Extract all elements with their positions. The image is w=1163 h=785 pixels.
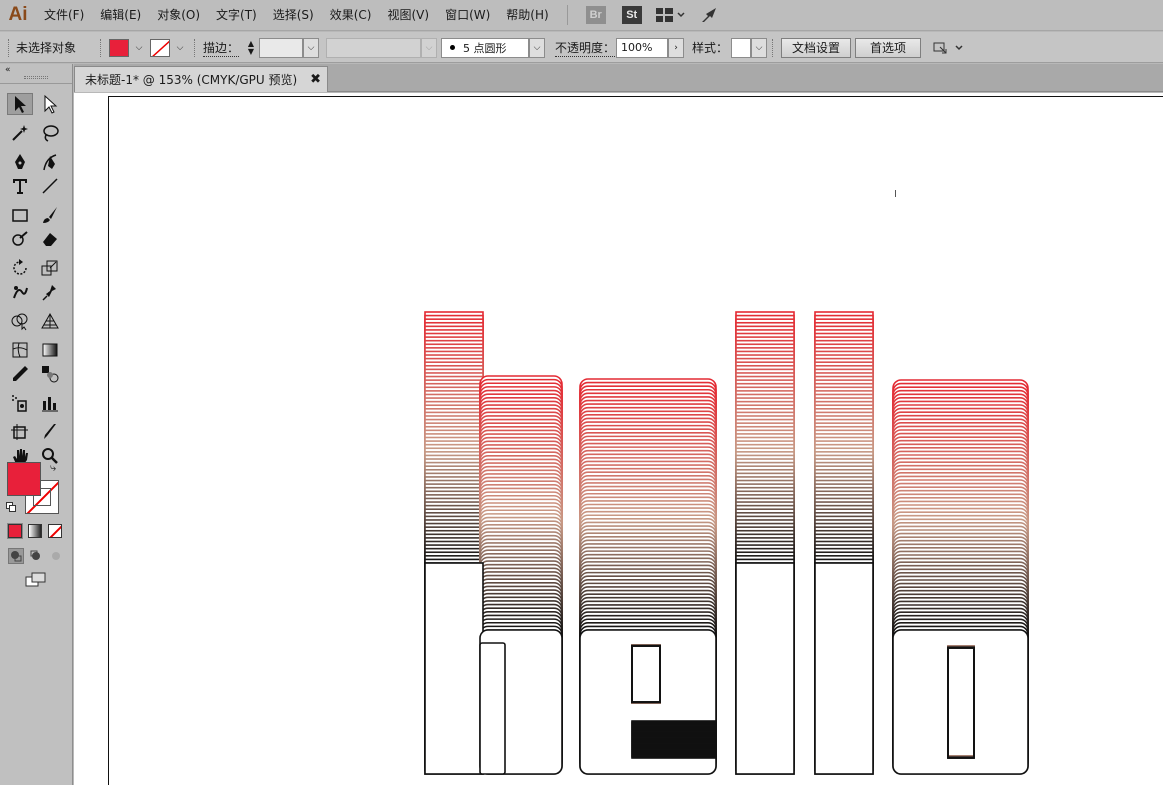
width-profile-dropdown[interactable]: ⌵ bbox=[421, 37, 437, 58]
stroke-dropdown-chevron-icon[interactable]: ⌵ bbox=[172, 38, 188, 58]
document-tab[interactable]: 未标题-1* @ 153% (CMYK/GPU 预览) ✖ bbox=[74, 66, 328, 92]
line-tool-icon[interactable] bbox=[37, 175, 63, 197]
menu-items: 文件(F) 编辑(E) 对象(O) 文字(T) 选择(S) 效果(C) 视图(V) 窗口(W)… bbox=[36, 0, 557, 31]
puppet-warp-tool-icon[interactable] bbox=[37, 281, 63, 303]
bridge-button[interactable]: Br bbox=[585, 6, 606, 24]
swap-fill-stroke-icon[interactable]: ⤷ bbox=[50, 461, 56, 475]
menu-item-8[interactable]: 帮助(H) bbox=[498, 0, 556, 31]
toolbar-grip-icon bbox=[772, 32, 775, 63]
paintbrush-tool-icon[interactable] bbox=[37, 204, 63, 226]
menu-item-4[interactable]: 选择(S) bbox=[265, 0, 322, 31]
none-mode-button[interactable] bbox=[48, 524, 62, 538]
stroke-weight-dropdown[interactable]: ⌵ bbox=[303, 37, 319, 58]
pen-tool-icon[interactable] bbox=[7, 151, 33, 173]
fill-swatch[interactable] bbox=[109, 38, 129, 57]
type-tool-icon[interactable] bbox=[7, 175, 33, 197]
workspace-switcher-icon[interactable] bbox=[655, 7, 686, 23]
magic-wand-tool-icon[interactable] bbox=[7, 122, 33, 144]
document-tab-title: 未标题-1* @ 153% (CMYK/GPU 预览) bbox=[85, 73, 298, 87]
draw-behind-icon[interactable] bbox=[28, 548, 44, 564]
fill-color-swatch[interactable] bbox=[7, 462, 41, 496]
gradient-tool-icon[interactable] bbox=[37, 339, 63, 361]
rectangle-tool-icon[interactable] bbox=[7, 204, 33, 226]
toolbar-grip-icon bbox=[194, 32, 197, 63]
document-setup-button[interactable]: 文档设置 bbox=[781, 37, 852, 58]
toolbox-panel: « ⤷ bbox=[0, 64, 73, 785]
stroke-weight-input[interactable] bbox=[259, 37, 303, 58]
menu-item-2[interactable]: 对象(O) bbox=[149, 0, 208, 31]
color-mode-button[interactable] bbox=[7, 523, 23, 539]
rotate-tool-icon[interactable] bbox=[7, 257, 33, 279]
eyedropper-tool-icon[interactable] bbox=[7, 363, 33, 385]
document-tab-strip: 未标题-1* @ 153% (CMYK/GPU 预览) ✖ bbox=[74, 64, 1163, 92]
warp-tool-icon[interactable] bbox=[7, 281, 33, 303]
menu-separator bbox=[566, 5, 568, 25]
slice-tool-icon[interactable] bbox=[37, 421, 63, 443]
gradient-mode-button[interactable] bbox=[28, 524, 42, 538]
lasso-tool-icon[interactable] bbox=[37, 122, 63, 144]
curvature-tool-icon[interactable] bbox=[37, 151, 63, 173]
selection-status: 未选择对象 bbox=[16, 41, 77, 55]
perspective-grid-tool-icon[interactable] bbox=[37, 310, 63, 332]
toolbar-grip-icon bbox=[8, 32, 11, 63]
stroke-label: 描边： bbox=[203, 40, 240, 57]
selection-tool-icon[interactable] bbox=[7, 93, 33, 115]
close-tab-icon[interactable]: ✖ bbox=[310, 72, 321, 87]
shaper-tool-icon[interactable] bbox=[7, 228, 33, 250]
draw-inside-icon[interactable] bbox=[48, 548, 64, 564]
menu-item-1[interactable]: 编辑(E) bbox=[92, 0, 149, 31]
menu-item-5[interactable]: 效果(C) bbox=[322, 0, 380, 31]
menu-bar: Ai 文件(F) 编辑(E) 对象(O) 文字(T) 选择(S) 效果(C) 视图(V) 窗口… bbox=[0, 0, 1163, 31]
brush-dot-icon bbox=[450, 45, 455, 50]
blend-tool-icon[interactable] bbox=[37, 363, 63, 385]
opacity-label[interactable]: 不透明度： bbox=[555, 39, 616, 57]
shape-builder-tool-icon[interactable] bbox=[7, 310, 33, 332]
variable-width-profile[interactable] bbox=[326, 37, 421, 58]
menu-item-6[interactable]: 视图(V) bbox=[379, 0, 437, 31]
draw-normal-icon[interactable] bbox=[8, 548, 24, 564]
collapse-panel-icon[interactable]: « bbox=[5, 65, 11, 75]
brush-dropdown[interactable]: ⌵ bbox=[529, 37, 545, 58]
style-label: 样式： bbox=[692, 41, 729, 55]
screen-mode-icon[interactable] bbox=[25, 572, 47, 588]
menu-item-3[interactable]: 文字(T) bbox=[208, 0, 265, 31]
artboard-tool-icon[interactable] bbox=[7, 421, 33, 443]
brush-definition[interactable]: 5 点圆形 bbox=[441, 37, 529, 58]
column-graph-tool-icon[interactable] bbox=[37, 392, 63, 414]
control-bar: 未选择对象 ⌵ ⌵ 描边： ▲ ▼ ⌵ ⌵ 5 点圆形 ⌵ 不透明度： 100% … bbox=[0, 32, 1163, 63]
mesh-tool-icon[interactable] bbox=[7, 339, 33, 361]
toolbar-grip-icon bbox=[100, 32, 103, 63]
brush-label: 5 点圆形 bbox=[463, 41, 507, 55]
hello-artwork[interactable] bbox=[74, 93, 1163, 785]
stroke-weight-stepper[interactable]: ▲ ▼ bbox=[243, 38, 259, 58]
symbol-sprayer-tool-icon[interactable] bbox=[7, 392, 33, 414]
stock-button[interactable]: St bbox=[621, 6, 642, 24]
graphic-style-dropdown[interactable]: ⌵ bbox=[751, 37, 767, 58]
graphic-style-swatch[interactable] bbox=[731, 37, 751, 58]
opacity-expand-chevron-icon[interactable]: › bbox=[668, 37, 684, 58]
default-fill-stroke-icon[interactable] bbox=[6, 502, 16, 512]
opacity-input[interactable]: 100% bbox=[616, 37, 668, 58]
rocket-icon[interactable] bbox=[700, 6, 720, 24]
stroke-swatch[interactable] bbox=[150, 38, 170, 57]
preferences-button[interactable]: 首选项 bbox=[855, 37, 922, 58]
panel-grip-icon[interactable] bbox=[24, 76, 48, 79]
document-canvas[interactable] bbox=[74, 93, 1163, 785]
arrange-documents-icon[interactable] bbox=[932, 32, 964, 63]
menu-item-7[interactable]: 窗口(W) bbox=[437, 0, 498, 31]
toolbox-header: « bbox=[0, 64, 72, 84]
app-logo: Ai bbox=[8, 4, 28, 25]
menu-item-0[interactable]: 文件(F) bbox=[36, 0, 92, 31]
direct-selection-tool-icon[interactable] bbox=[37, 93, 63, 115]
fill-dropdown-chevron-icon[interactable]: ⌵ bbox=[131, 38, 147, 58]
scale-tool-icon[interactable] bbox=[37, 257, 63, 279]
eraser-tool-icon[interactable] bbox=[37, 228, 63, 250]
